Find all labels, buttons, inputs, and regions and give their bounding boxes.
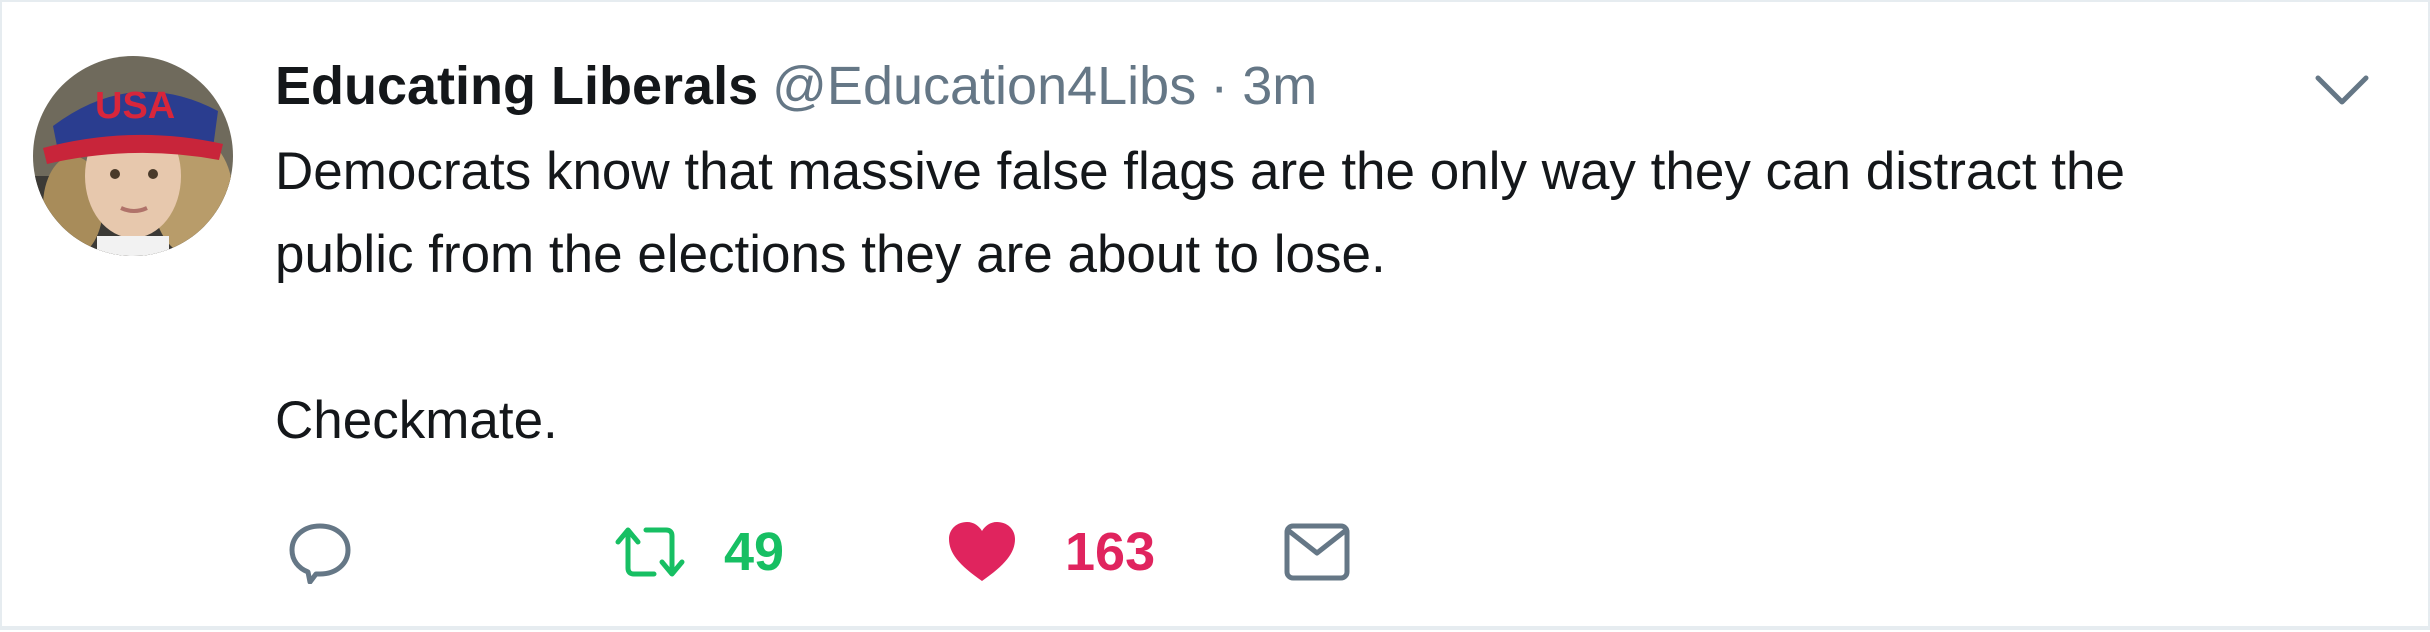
- tweet-text-line-1: Democrats know that massive false flags …: [275, 142, 2125, 201]
- heart-icon: [949, 522, 1015, 581]
- tweet-text-paragraph-2: Checkmate.: [275, 391, 558, 450]
- user-handle[interactable]: @Education4Libs: [772, 56, 1196, 116]
- like-count: 163: [1065, 522, 1156, 582]
- avatar-image: USA: [33, 56, 233, 256]
- reply-button[interactable]: [288, 512, 352, 592]
- tweet-header: Educating Liberals @Education4Libs · 3m: [275, 54, 1317, 118]
- envelope-icon: [1284, 523, 1350, 581]
- tweet-card[interactable]: USA Educating Liberals @Education4Libs · 3m…: [0, 0, 2430, 630]
- tweet-actions: 49 163: [2, 512, 2428, 592]
- reply-icon: [289, 523, 351, 584]
- like-button[interactable]: 163: [947, 512, 1155, 592]
- retweet-button[interactable]: 49: [614, 512, 784, 592]
- timestamp[interactable]: 3m: [1242, 56, 1317, 116]
- display-name[interactable]: Educating Liberals: [275, 56, 758, 116]
- avatar[interactable]: USA: [33, 56, 233, 256]
- retweet-count: 49: [724, 522, 785, 582]
- tweet-text-line-2: public from the elections they are about…: [275, 225, 1386, 284]
- retweet-icon: [615, 527, 685, 577]
- separator-dot: ·: [1210, 56, 1229, 116]
- tweet-text: Democrats know that massive false flags …: [275, 130, 2375, 462]
- svg-text:USA: USA: [95, 85, 175, 127]
- chevron-down-icon[interactable]: [2314, 72, 2370, 108]
- direct-message-button[interactable]: [1284, 512, 1350, 592]
